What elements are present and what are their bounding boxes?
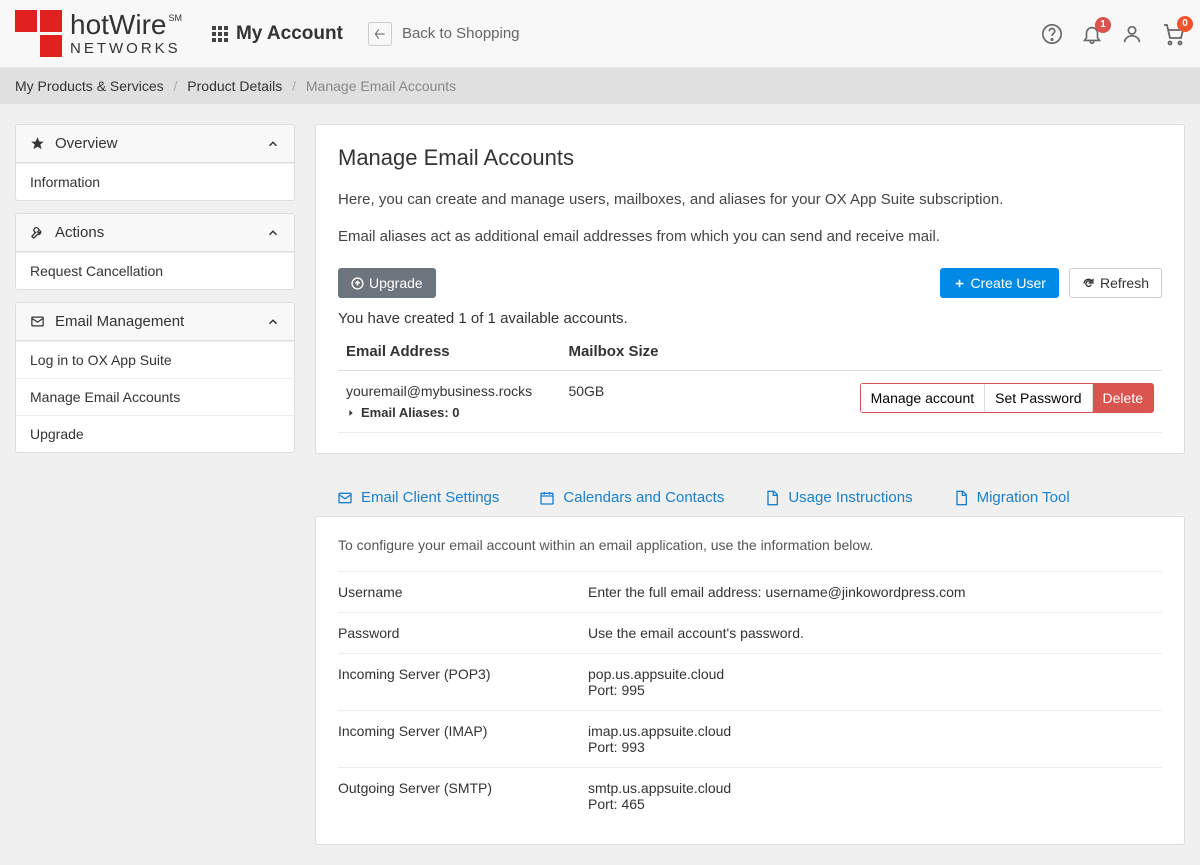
th-email: Email Address [338, 333, 560, 371]
notifications-badge: 1 [1095, 17, 1111, 33]
setting-smtp: Outgoing Server (SMTP) smtp.us.appsuite.… [338, 767, 1162, 824]
sidebar-item-request-cancellation[interactable]: Request Cancellation [16, 252, 294, 289]
sidebar-header-actions[interactable]: Actions [16, 214, 294, 252]
row-actions-group: Manage account Set Password Delete [860, 383, 1154, 413]
logo-icon [15, 10, 62, 57]
user-icon[interactable] [1121, 23, 1143, 45]
chevron-up-icon [266, 226, 280, 240]
sidebar-item-manage-email[interactable]: Manage Email Accounts [16, 378, 294, 415]
breadcrumb: My Products & Services / Product Details… [0, 68, 1200, 104]
chevron-right-icon [346, 408, 356, 418]
setting-pop3: Incoming Server (POP3) pop.us.appsuite.c… [338, 653, 1162, 710]
tab-migration-tool[interactable]: Migration Tool [953, 479, 1070, 516]
email-accounts-table: Email Address Mailbox Size youremail@myb… [338, 333, 1162, 433]
my-account-link[interactable]: My Account [212, 23, 343, 45]
back-to-shopping-label: Back to Shopping [402, 25, 520, 42]
my-account-label: My Account [236, 23, 343, 45]
breadcrumb-item-2[interactable]: Product Details [187, 78, 282, 94]
main-content: Manage Email Accounts Here, you can crea… [315, 124, 1185, 845]
calendar-icon [539, 490, 555, 506]
sidebar-item-information[interactable]: Information [16, 163, 294, 200]
settings-tabs: Email Client Settings Calendars and Cont… [315, 479, 1185, 516]
breadcrumb-item-3: Manage Email Accounts [306, 78, 456, 94]
cart-badge: 0 [1177, 16, 1193, 32]
row-size: 50GB [568, 383, 604, 399]
refresh-icon [1082, 277, 1095, 290]
chevron-up-icon [266, 137, 280, 151]
document-icon [764, 490, 780, 506]
help-icon[interactable] [1041, 23, 1063, 45]
settings-intro: To configure your email account within a… [338, 537, 1162, 553]
sidebar-item-upgrade[interactable]: Upgrade [16, 415, 294, 452]
sidebar-header-email[interactable]: Email Management [16, 303, 294, 341]
setting-username: Username Enter the full email address: u… [338, 571, 1162, 612]
table-row: youremail@mybusiness.rocks Email Aliases… [338, 371, 1162, 433]
top-bar: hotWireSM NETWORKS My Account Back to Sh… [0, 0, 1200, 68]
page-title: Manage Email Accounts [338, 145, 1162, 171]
account-count-text: You have created 1 of 1 available accoun… [338, 310, 1162, 327]
sidebar: Overview Information Actions Request Can… [15, 124, 295, 465]
settings-section: Email Client Settings Calendars and Cont… [315, 479, 1185, 845]
logo-sub: NETWORKS [70, 41, 182, 58]
wrench-icon [30, 225, 45, 240]
tab-calendars-contacts[interactable]: Calendars and Contacts [539, 479, 724, 516]
grid-icon [212, 26, 228, 42]
notifications-icon[interactable]: 1 [1081, 23, 1103, 45]
plus-icon [953, 277, 966, 290]
setting-imap: Incoming Server (IMAP) imap.us.appsuite.… [338, 710, 1162, 767]
star-icon [30, 136, 45, 151]
breadcrumb-item-1[interactable]: My Products & Services [15, 78, 164, 94]
logo-brand: hotWireSM [70, 10, 182, 41]
page-desc-2: Email aliases act as additional email ad… [338, 226, 1162, 249]
cart-icon[interactable]: 0 [1161, 22, 1185, 46]
document-icon [953, 490, 969, 506]
email-aliases-toggle[interactable]: Email Aliases: 0 [346, 405, 552, 420]
delete-button[interactable]: Delete [1092, 384, 1153, 412]
logo[interactable]: hotWireSM NETWORKS [15, 10, 182, 57]
envelope-icon [30, 314, 45, 329]
tab-email-client-settings[interactable]: Email Client Settings [337, 479, 499, 516]
row-email: youremail@mybusiness.rocks [346, 383, 552, 399]
sidebar-panel-actions: Actions Request Cancellation [15, 213, 295, 290]
manage-email-card: Manage Email Accounts Here, you can crea… [315, 124, 1185, 454]
back-arrow-icon [368, 22, 392, 46]
chevron-up-icon [266, 315, 280, 329]
tab-usage-instructions[interactable]: Usage Instructions [764, 479, 912, 516]
sidebar-header-overview[interactable]: Overview [16, 125, 294, 163]
th-size: Mailbox Size [560, 333, 1162, 371]
refresh-button[interactable]: Refresh [1069, 268, 1162, 298]
sidebar-item-login-ox[interactable]: Log in to OX App Suite [16, 341, 294, 378]
create-user-button[interactable]: Create User [940, 268, 1059, 298]
back-to-shopping-link[interactable]: Back to Shopping [368, 22, 520, 46]
set-password-button[interactable]: Set Password [984, 384, 1091, 412]
upgrade-button[interactable]: Upgrade [338, 268, 436, 298]
setting-password: Password Use the email account's passwor… [338, 612, 1162, 653]
sidebar-panel-email: Email Management Log in to OX App Suite … [15, 302, 295, 453]
manage-account-button[interactable]: Manage account [861, 384, 985, 412]
upgrade-icon [351, 277, 364, 290]
email-client-settings-card: To configure your email account within a… [315, 516, 1185, 845]
envelope-icon [337, 490, 353, 506]
sidebar-panel-overview: Overview Information [15, 124, 295, 201]
page-desc-1: Here, you can create and manage users, m… [338, 189, 1162, 212]
